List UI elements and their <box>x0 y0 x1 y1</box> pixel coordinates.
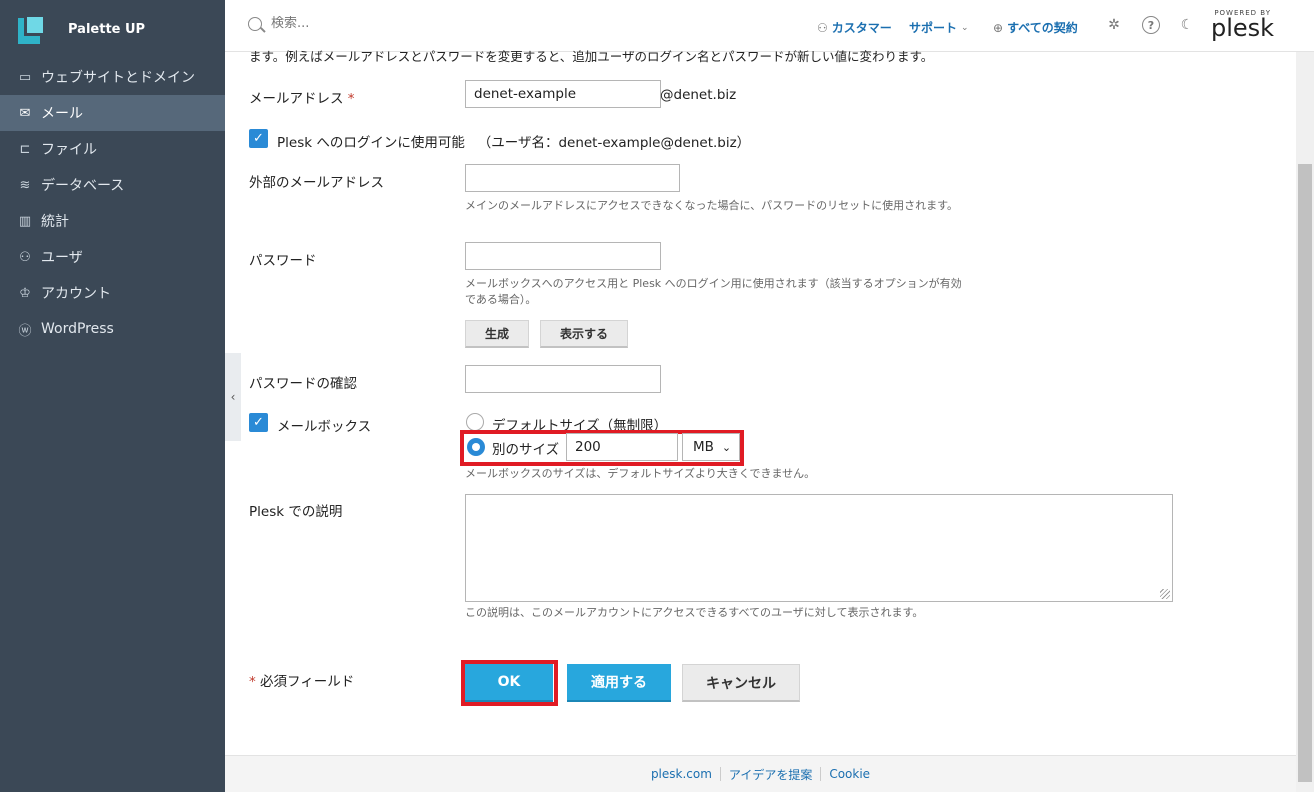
scrollbar[interactable] <box>1296 52 1314 792</box>
monitor-icon: ▭ <box>18 69 32 85</box>
sidebar-item-label: データベース <box>41 178 125 194</box>
default-size-radio[interactable] <box>466 413 484 431</box>
size-unit-select[interactable]: MB ⌄ <box>682 433 740 461</box>
wordpress-icon: ⓦ <box>18 323 32 339</box>
generate-password-button[interactable]: 生成 <box>465 320 529 348</box>
size-unit-value: MB <box>693 439 714 455</box>
sidebar: Palette UP ▭ ウェブサイトとドメイン ✉ メール ⊏ ファイル ≋ … <box>0 0 225 792</box>
search-input[interactable] <box>271 16 671 31</box>
sidebar-item-websites[interactable]: ▭ ウェブサイトとドメイン <box>0 59 225 95</box>
user-icon: ⚇ <box>817 20 828 35</box>
password-confirm-label: パスワードの確認 <box>249 376 357 392</box>
customer-label: カスタマー <box>831 21 892 35</box>
sidebar-item-account[interactable]: ♔ アカウント <box>0 275 225 311</box>
apply-button[interactable]: 適用する <box>567 664 671 702</box>
subscriptions-link[interactable]: ⊕ すべての契約 <box>993 19 1078 36</box>
account-icon: ♔ <box>19 285 31 301</box>
brand[interactable]: Palette UP <box>0 0 225 59</box>
mail-icon: ✉ <box>19 105 31 121</box>
sidebar-item-label: WordPress <box>41 321 114 337</box>
email-field[interactable] <box>465 80 661 108</box>
sidebar-item-databases[interactable]: ≋ データベース <box>0 167 225 203</box>
other-size-radio[interactable] <box>467 438 485 456</box>
sidebar-item-label: メール <box>41 106 83 122</box>
stats-icon: ▥ <box>18 213 32 229</box>
required-fields-note: * 必須フィールド <box>249 674 355 690</box>
description-textarea[interactable] <box>465 494 1173 602</box>
description-label: Plesk での説明 <box>249 504 343 520</box>
extensions-icon[interactable]: ✲ <box>1105 16 1123 34</box>
plesk-login-checkbox[interactable]: ✓ <box>249 129 268 148</box>
sidebar-item-label: アカウント <box>41 286 111 302</box>
password-hint: メールボックスへのアクセス用と Plesk へのログイン用に使用されます（該当す… <box>465 277 962 306</box>
chevron-down-icon: ⌄ <box>721 440 732 454</box>
sidebar-item-label: ウェブサイトとドメイン <box>41 70 195 86</box>
mailbox-size-input[interactable] <box>566 433 678 461</box>
mailbox-label: メールボックス <box>277 419 372 435</box>
email-domain: @denet.biz <box>660 87 737 103</box>
footer-link-cookie[interactable]: Cookie <box>821 767 878 781</box>
scrollbar-thumb[interactable] <box>1298 164 1312 782</box>
sidebar-collapse-button[interactable]: ‹ <box>225 353 241 441</box>
plesk-wordmark: plesk <box>1211 14 1275 42</box>
folder-icon: ⊏ <box>19 141 31 157</box>
external-email-field[interactable] <box>465 164 680 192</box>
external-email-label: 外部のメールアドレス <box>249 175 384 191</box>
footer: plesk.com アイデアを提案 Cookie <box>225 755 1296 792</box>
sidebar-item-files[interactable]: ⊏ ファイル <box>0 131 225 167</box>
support-menu[interactable]: サポート ⌄ <box>909 19 969 36</box>
show-password-button[interactable]: 表示する <box>540 320 628 348</box>
search-icon <box>248 17 262 31</box>
password-field[interactable] <box>465 242 661 270</box>
moon-icon[interactable]: ☾ <box>1178 16 1196 34</box>
support-label: サポート <box>909 21 958 35</box>
password-label: パスワード <box>249 253 317 269</box>
footer-link-plesk[interactable]: plesk.com <box>643 767 720 781</box>
external-email-hint: メインのメールアドレスにアクセスできなくなった場合に、パスワードのリセットに使用… <box>465 199 959 212</box>
chevron-down-icon: ⌄ <box>961 22 969 33</box>
sidebar-item-statistics[interactable]: ▥ 統計 <box>0 203 225 239</box>
check-icon: ✓ <box>253 131 264 146</box>
sidebar-item-users[interactable]: ⚇ ユーザ <box>0 239 225 275</box>
customer-link[interactable]: ⚇ カスタマー <box>817 19 892 36</box>
chevron-left-icon: ‹ <box>230 390 236 404</box>
top-header: ⚇ カスタマー サポート ⌄ ⊕ すべての契約 ✲ ? ☾ POWERED BY… <box>225 0 1314 52</box>
sidebar-item-label: ユーザ <box>41 250 83 266</box>
footer-link-ideas[interactable]: アイデアを提案 <box>721 766 820 783</box>
required-mark: * <box>347 91 355 107</box>
brand-name: Palette UP <box>68 22 146 37</box>
email-label: メールアドレス * <box>249 91 355 107</box>
database-icon: ≋ <box>19 177 31 193</box>
mailbox-size-hint: メールボックスのサイズは、デフォルトサイズより大きくできません。 <box>465 467 816 480</box>
subscriptions-label: すべての契約 <box>1007 21 1078 35</box>
intro-text: ます。例えばメールアドレスとパスワードを変更すると、追加ユーザのログイン名とパス… <box>249 49 934 64</box>
plesk-logo: POWERED BY plesk <box>1211 9 1275 42</box>
sidebar-item-label: 統計 <box>41 214 69 230</box>
resize-handle-icon[interactable] <box>1160 589 1170 599</box>
other-size-label: 別のサイズ <box>492 442 560 458</box>
mailbox-checkbox[interactable]: ✓ <box>249 413 268 432</box>
globe-icon: ⊕ <box>993 20 1004 35</box>
help-icon[interactable]: ? <box>1142 16 1160 34</box>
plesk-login-label: Plesk へのログインに使用可能 （ユーザ名：denet-example@de… <box>277 135 751 151</box>
ok-button[interactable]: OK <box>465 664 553 702</box>
password-confirm-field[interactable] <box>465 365 661 393</box>
description-hint: この説明は、このメールアカウントにアクセスできるすべてのユーザに対して表示されま… <box>465 606 924 619</box>
user-icon: ⚇ <box>19 249 31 265</box>
palette-logo-icon <box>18 13 46 46</box>
sidebar-item-label: ファイル <box>41 142 97 158</box>
cancel-button[interactable]: キャンセル <box>682 664 800 702</box>
sidebar-item-wordpress[interactable]: ⓦ WordPress <box>0 311 225 347</box>
sidebar-item-mail[interactable]: ✉ メール <box>0 95 225 131</box>
check-icon: ✓ <box>253 415 264 430</box>
